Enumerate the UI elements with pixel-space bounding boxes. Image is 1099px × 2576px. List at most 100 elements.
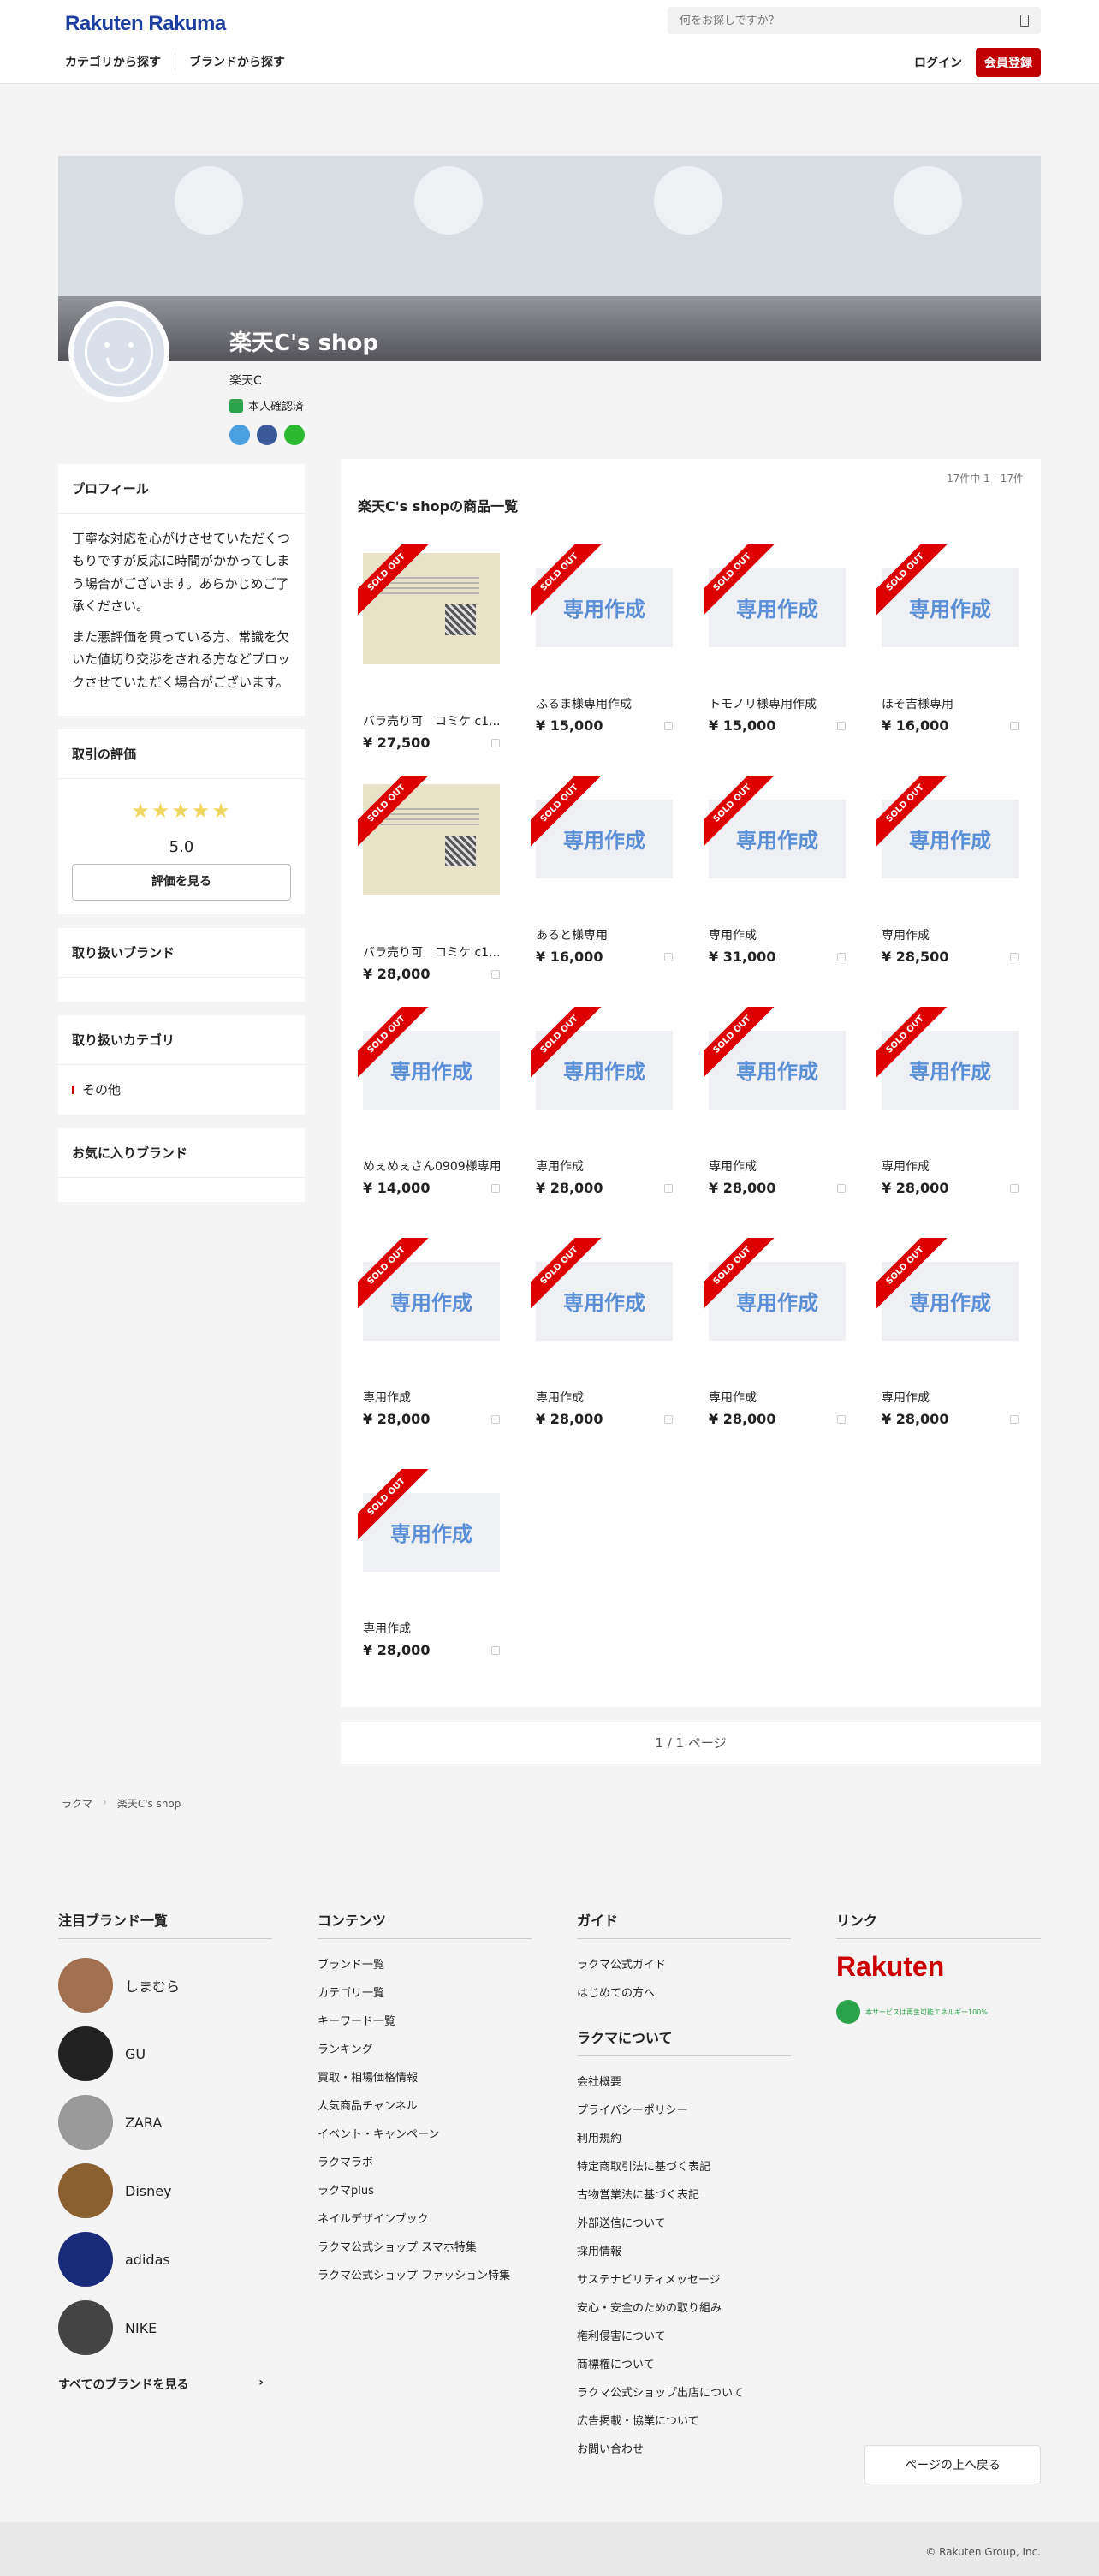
footer-about-link[interactable]: 外部送信について: [577, 2210, 791, 2238]
like-icon[interactable]: [664, 721, 673, 730]
footer-about-link[interactable]: 特定商取引法に基づく表記: [577, 2153, 791, 2181]
item-name[interactable]: 専用作成: [882, 1389, 1019, 1406]
footer-about-link[interactable]: プライバシーポリシー: [577, 2097, 791, 2125]
item-name[interactable]: 専用作成: [882, 1157, 1019, 1175]
like-icon[interactable]: [837, 1183, 846, 1193]
footer-about-link[interactable]: 権利侵害について: [577, 2323, 791, 2351]
item-name[interactable]: あると様専用: [536, 926, 673, 943]
search-icon[interactable]: [1020, 15, 1029, 27]
footer-about-link[interactable]: 古物営業法に基づく表記: [577, 2181, 791, 2210]
item-name[interactable]: 専用作成: [536, 1157, 673, 1175]
footer-brand-item[interactable]: Disney: [58, 2157, 272, 2225]
footer-about-link[interactable]: 広告掲載・協業について: [577, 2407, 791, 2436]
back-to-top-button[interactable]: ページの上へ戻る: [864, 2445, 1041, 2484]
rakuma-logo[interactable]: Rakuten Rakuma: [65, 12, 226, 36]
like-icon[interactable]: [664, 952, 673, 961]
like-icon[interactable]: [491, 1645, 500, 1655]
like-icon[interactable]: [837, 1414, 846, 1424]
footer-brand-item[interactable]: adidas: [58, 2225, 272, 2293]
like-icon[interactable]: [837, 721, 846, 730]
green-energy-badge[interactable]: 本サービスは再生可能エネルギー100%: [836, 2000, 1041, 2024]
item-card[interactable]: SOLD OUT バラ売り可 コミケ c1... ¥ 28,000: [358, 776, 500, 990]
category-item[interactable]: その他: [72, 1079, 291, 1101]
footer-content-link[interactable]: ブランド一覧: [318, 1951, 532, 1979]
item-card[interactable]: 専用作成 SOLD OUT 専用作成 ¥ 28,500: [876, 776, 1019, 990]
footer-guide-link[interactable]: ラクマ公式ガイド: [577, 1951, 791, 1979]
item-name[interactable]: 専用作成: [363, 1620, 500, 1637]
footer-about-link[interactable]: 会社概要: [577, 2068, 791, 2097]
nav-brand[interactable]: ブランドから探す: [189, 53, 285, 70]
footer-brand-item[interactable]: GU: [58, 2020, 272, 2088]
like-icon[interactable]: [1010, 721, 1019, 730]
footer-brand-item[interactable]: NIKE: [58, 2293, 272, 2362]
like-icon[interactable]: [1010, 1183, 1019, 1193]
rakuten-logo[interactable]: Rakuten: [836, 1951, 1041, 1983]
like-icon[interactable]: [664, 1414, 673, 1424]
item-name[interactable]: トモノリ様専用作成: [709, 695, 846, 712]
nav-category[interactable]: カテゴリから探す: [65, 53, 161, 70]
item-card[interactable]: 専用作成 SOLD OUT 専用作成 ¥ 28,000: [876, 1238, 1019, 1452]
item-name[interactable]: 専用作成: [709, 1389, 846, 1406]
facebook-icon[interactable]: [257, 425, 277, 445]
item-card[interactable]: 専用作成 SOLD OUT 専用作成 ¥ 28,000: [704, 1007, 846, 1221]
item-card[interactable]: 専用作成 SOLD OUT 専用作成 ¥ 28,000: [358, 1238, 500, 1452]
like-icon[interactable]: [491, 969, 500, 979]
item-card[interactable]: 専用作成 SOLD OUT めぇめぇさん0909様専用 ¥ 14,000: [358, 1007, 500, 1221]
item-name[interactable]: 専用作成: [536, 1389, 673, 1406]
item-name[interactable]: ふるま様専用作成: [536, 695, 673, 712]
item-name[interactable]: 専用作成: [709, 926, 846, 943]
footer-brand-item[interactable]: しまむら: [58, 1951, 272, 2020]
like-icon[interactable]: [837, 952, 846, 961]
like-icon[interactable]: [491, 1414, 500, 1424]
footer-content-link[interactable]: イベント・キャンペーン: [318, 2121, 532, 2149]
item-name[interactable]: 専用作成: [709, 1157, 846, 1175]
breadcrumb-home[interactable]: ラクマ: [62, 1796, 92, 1811]
like-icon[interactable]: [1010, 952, 1019, 961]
footer-content-link[interactable]: ネイルデザインブック: [318, 2205, 532, 2234]
item-card[interactable]: 専用作成 SOLD OUT 専用作成 ¥ 28,000: [531, 1007, 673, 1221]
footer-guide-link[interactable]: はじめての方へ: [577, 1979, 791, 2008]
footer-content-link[interactable]: ランキング: [318, 2036, 532, 2064]
like-icon[interactable]: [664, 1183, 673, 1193]
footer-content-link[interactable]: ラクマ公式ショップ ファッション特集: [318, 2262, 532, 2290]
like-icon[interactable]: [1010, 1414, 1019, 1424]
footer-content-link[interactable]: 人気商品チャンネル: [318, 2092, 532, 2121]
like-icon[interactable]: [491, 1183, 500, 1193]
item-name[interactable]: 専用作成: [882, 926, 1019, 943]
item-name[interactable]: ほそ吉様専用: [882, 695, 1019, 712]
view-reviews-button[interactable]: 評価を見る: [72, 864, 291, 901]
footer-about-link[interactable]: 利用規約: [577, 2125, 791, 2153]
twitter-icon[interactable]: [229, 425, 250, 445]
line-icon[interactable]: [284, 425, 305, 445]
footer-about-link[interactable]: サステナビリティメッセージ: [577, 2266, 791, 2294]
like-icon[interactable]: [491, 738, 500, 747]
item-name[interactable]: バラ売り可 コミケ c1...: [363, 943, 500, 961]
footer-about-link[interactable]: ラクマ公式ショップ出店について: [577, 2379, 791, 2407]
footer-about-link[interactable]: 安心・安全のための取り組み: [577, 2294, 791, 2323]
item-card[interactable]: 専用作成 SOLD OUT あると様専用 ¥ 16,000: [531, 776, 673, 990]
search-box[interactable]: [668, 7, 1041, 34]
item-card[interactable]: 専用作成 SOLD OUT ほそ吉様専用 ¥ 16,000: [876, 544, 1019, 759]
footer-content-link[interactable]: ラクマplus: [318, 2177, 532, 2205]
footer-content-link[interactable]: ラクマラボ: [318, 2149, 532, 2177]
footer-content-link[interactable]: カテゴリ一覧: [318, 1979, 532, 2008]
footer-content-link[interactable]: 買取・相場価格情報: [318, 2064, 532, 2092]
footer-content-link[interactable]: キーワード一覧: [318, 2008, 532, 2036]
footer-about-link[interactable]: 商標権について: [577, 2351, 791, 2379]
item-card[interactable]: 専用作成 SOLD OUT 専用作成 ¥ 28,000: [358, 1469, 500, 1683]
item-name[interactable]: バラ売り可 コミケ c1...: [363, 712, 500, 729]
register-button[interactable]: 会員登録: [976, 48, 1041, 77]
footer-content-link[interactable]: ラクマ公式ショップ スマホ特集: [318, 2234, 532, 2262]
item-card[interactable]: 専用作成 SOLD OUT 専用作成 ¥ 28,000: [876, 1007, 1019, 1221]
all-brands-link[interactable]: すべてのブランドを見る ›: [58, 2376, 264, 2393]
item-card[interactable]: SOLD OUT バラ売り可 コミケ c1... ¥ 27,500: [358, 544, 500, 759]
footer-about-link[interactable]: 採用情報: [577, 2238, 791, 2266]
item-card[interactable]: 専用作成 SOLD OUT ふるま様専用作成 ¥ 15,000: [531, 544, 673, 759]
search-input[interactable]: [680, 14, 1005, 27]
item-card[interactable]: 専用作成 SOLD OUT 専用作成 ¥ 28,000: [704, 1238, 846, 1452]
item-card[interactable]: 専用作成 SOLD OUT 専用作成 ¥ 28,000: [531, 1238, 673, 1452]
item-card[interactable]: 専用作成 SOLD OUT トモノリ様専用作成 ¥ 15,000: [704, 544, 846, 759]
footer-about-link[interactable]: お問い合わせ: [577, 2436, 791, 2464]
item-name[interactable]: 専用作成: [363, 1389, 500, 1406]
item-name[interactable]: めぇめぇさん0909様専用: [363, 1157, 500, 1175]
